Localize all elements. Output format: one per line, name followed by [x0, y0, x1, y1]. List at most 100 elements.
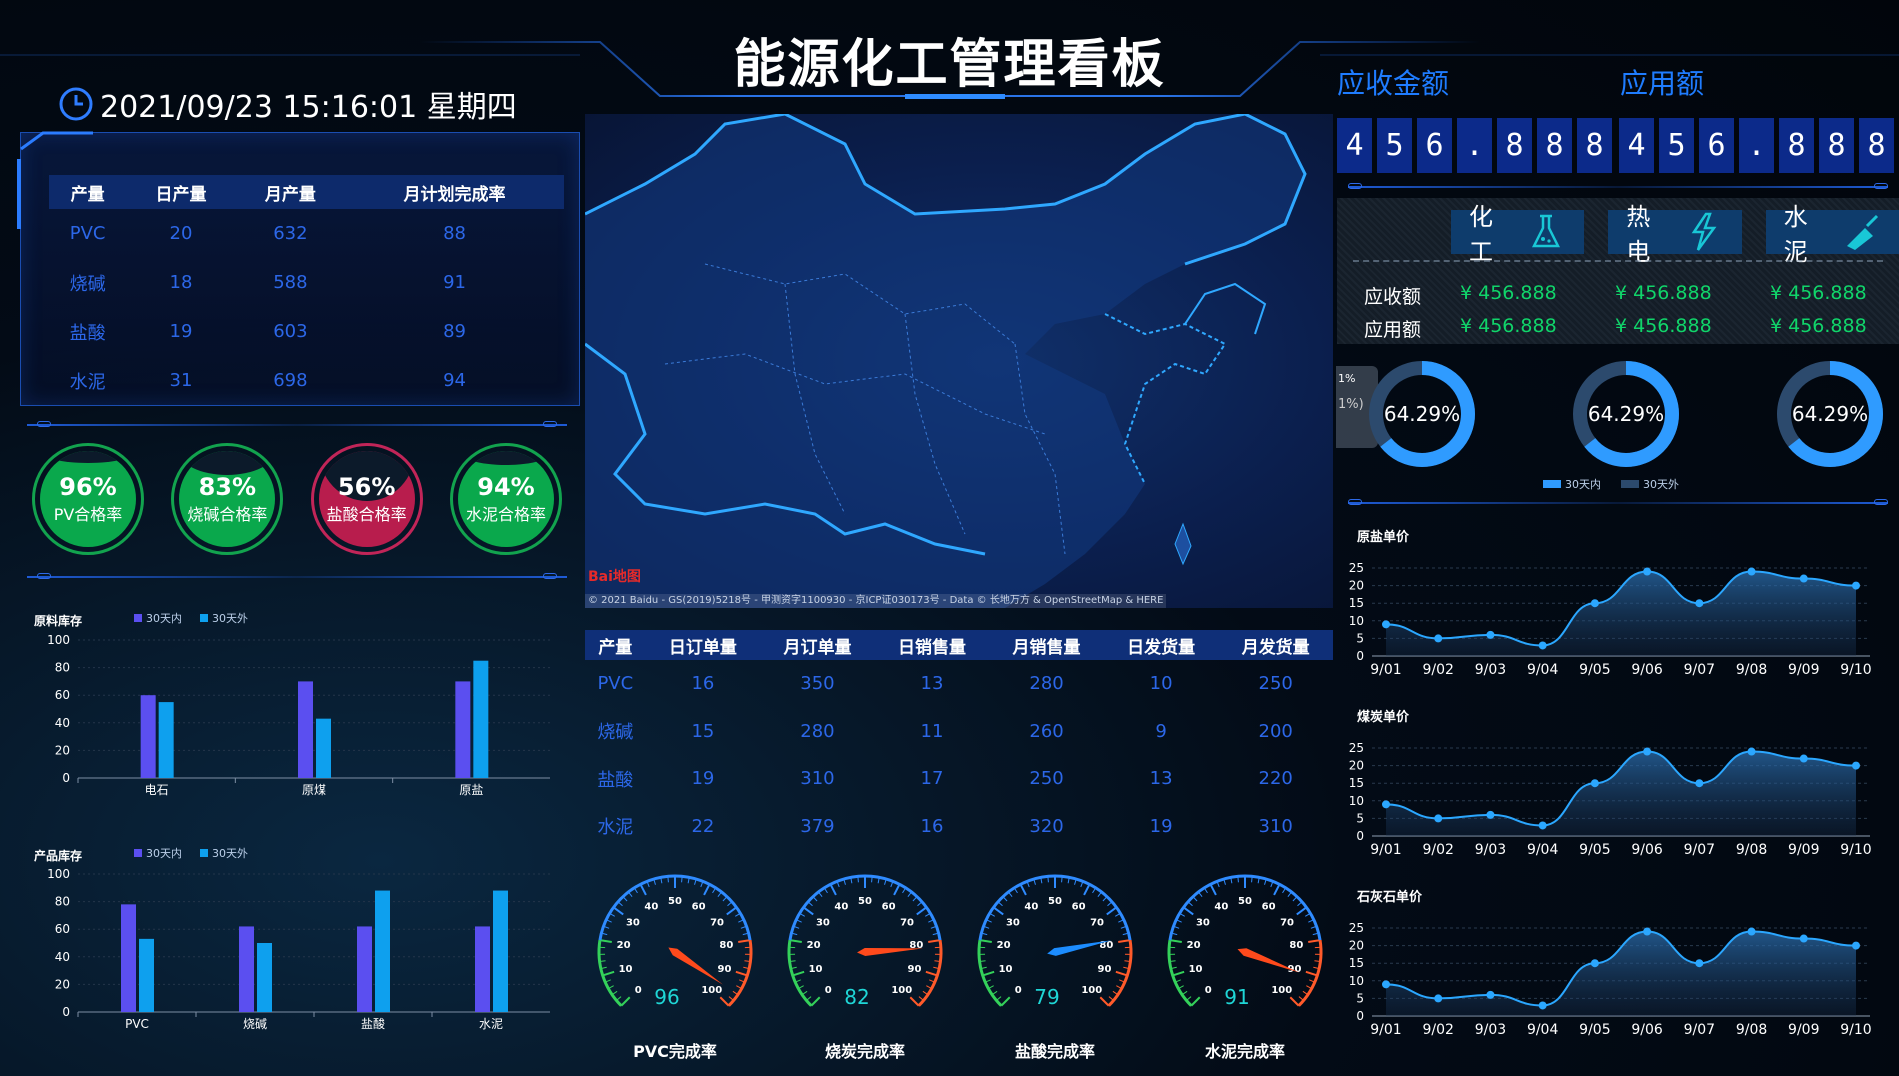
- power-usage: ¥ 456.888: [1615, 315, 1712, 337]
- table-cell: 250: [1029, 768, 1064, 790]
- bar-out: [257, 943, 272, 1012]
- gauge-needle: [1237, 948, 1300, 973]
- baidu-map-logo: Bai地图: [588, 569, 641, 585]
- data-point: [1695, 599, 1704, 608]
- gauge-tick: [1083, 883, 1091, 896]
- gauge-tick-label: 100: [1271, 985, 1292, 996]
- table-cell: 9: [1155, 720, 1167, 742]
- y-tick-label: 60: [55, 922, 70, 936]
- table-cell: 10: [1149, 673, 1173, 695]
- gauge-tick: [1273, 883, 1281, 896]
- gauge-tick-label: 70: [1280, 917, 1294, 928]
- gauge-tick-label: 40: [1024, 902, 1038, 913]
- category-tab[interactable]: 水泥: [1765, 203, 1899, 266]
- gauge-tick: [1289, 996, 1300, 1007]
- gauge-tick: [1106, 906, 1118, 916]
- table-row: 水泥 31 698 94: [49, 356, 564, 405]
- table-cell: 280: [800, 720, 835, 742]
- y-tick-label: 5: [1356, 991, 1364, 1005]
- x-tick-label: 9/06: [1631, 662, 1663, 678]
- donut-percent: 64.29%: [1791, 402, 1869, 426]
- gauge-tick-label: 0: [1015, 985, 1022, 996]
- data-point: [1434, 994, 1443, 1003]
- gauge-tick-label: 90: [1097, 964, 1111, 975]
- gauge-value: 91: [1224, 985, 1249, 1009]
- table-cell: 19: [1149, 815, 1173, 837]
- digit-box: 5: [1659, 118, 1694, 173]
- table-row: 烧碱 18 588 91: [49, 258, 564, 307]
- product-stock-bar-chart: 100 80 60 40 20 0 PVC 烧碱 盐酸 水泥: [47, 867, 550, 1031]
- gauge-tick-label: 10: [1189, 964, 1203, 975]
- y-tick-label: 60: [55, 688, 70, 702]
- y-tick-label: 80: [55, 661, 70, 675]
- y-tick-label: 20: [1349, 579, 1364, 593]
- sales_table-header-cell: 产量: [585, 630, 646, 660]
- gauge-tick-label: 20: [807, 940, 821, 951]
- limestone-price-title: 石灰石单价: [1357, 890, 1423, 905]
- gauge-tick: [893, 883, 901, 896]
- gauge-tick: [612, 906, 624, 916]
- y-tick-label: 25: [1349, 921, 1364, 935]
- gauge-tick-label: 50: [1238, 896, 1252, 907]
- receivable-amount-label: 应收金额: [1337, 67, 1450, 100]
- gauge-tick-label: 10: [619, 964, 633, 975]
- x-tick-label: 烧碱: [243, 1017, 267, 1031]
- lightning-icon: [1684, 212, 1724, 252]
- category-label: 水泥: [1783, 203, 1808, 266]
- y-tick-label: 20: [55, 743, 70, 757]
- table-cell: PVC: [597, 673, 634, 695]
- gauge-tick: [620, 996, 631, 1007]
- production_table-header-cell: 月计划完成率: [345, 175, 564, 209]
- data-point: [1538, 821, 1547, 830]
- data-point: [1643, 567, 1652, 576]
- china-map[interactable]: [585, 114, 1333, 608]
- data-point: [1538, 641, 1547, 650]
- x-tick-label: 9/09: [1788, 1022, 1819, 1038]
- salt-price-title: 原盐单价: [1357, 530, 1410, 545]
- x-tick-label: 电石: [145, 783, 169, 797]
- y-tick-label: 25: [1349, 741, 1364, 755]
- x-tick-label: 9/01: [1370, 1022, 1401, 1038]
- chem-usage: ¥ 456.888: [1460, 315, 1557, 337]
- gauge: 0 10 20 30 40 50 60 70 80 90 100 82 烧炭完成率: [775, 862, 955, 1072]
- pass-rate-group: 96% PV合格率 83% 烧碱合格率 56% 盐酸合格率 94% 水泥合格率: [32, 443, 562, 557]
- digit-box: 8: [1497, 118, 1532, 173]
- category-tab[interactable]: 化工: [1451, 203, 1585, 266]
- y-tick-label: 10: [1349, 974, 1364, 988]
- y-tick-label: 15: [1349, 956, 1364, 970]
- gauge-tick-label: 30: [1196, 917, 1210, 928]
- pass-rate-value: 94%: [477, 473, 535, 501]
- bar-out: [139, 938, 154, 1012]
- table-cell: 19: [169, 321, 193, 342]
- digit-box: 8: [1537, 118, 1572, 173]
- donut-percent: 64.29%: [1383, 402, 1461, 426]
- data-point: [1382, 800, 1390, 809]
- gauge-tick: [735, 970, 748, 977]
- category-tab[interactable]: 热电: [1608, 203, 1742, 266]
- datetime-text: 2021/09/23 15:16:01 星期四: [100, 90, 517, 125]
- data-point: [1747, 567, 1756, 576]
- y-tick-label: 0: [62, 771, 70, 785]
- gauge-tick-label: 70: [900, 917, 914, 928]
- chem-receivable: ¥ 456.888: [1460, 282, 1557, 304]
- table-cell: 220: [1258, 768, 1293, 790]
- donut-legend: 30天内 30天外: [1543, 476, 1679, 492]
- gauge-tick: [916, 906, 928, 916]
- gauge-tick: [1115, 970, 1128, 977]
- area-fill: [1386, 751, 1856, 836]
- gauge-label: 盐酸完成率: [1014, 1042, 1095, 1061]
- power-receivable: ¥ 456.888: [1615, 282, 1712, 304]
- raw-stock-chart-title: 原料库存: [34, 614, 83, 628]
- data-point: [1852, 941, 1860, 950]
- cement-receivable: ¥ 456.888: [1770, 282, 1867, 304]
- gauge-tick: [810, 996, 821, 1007]
- table-cell: 盐酸: [69, 322, 106, 344]
- sales_table-header-cell: 日发货量: [1103, 630, 1219, 660]
- usage-digit-display: 456.888: [1619, 118, 1894, 173]
- y-tick-label: 15: [1349, 776, 1364, 790]
- production-table-panel: 产量 日产量 月产量 月计划完成率 PVC 20 632 88 烧碱 18 588 91 盐酸 19 60…: [17, 131, 580, 406]
- donut-chart: 64.29%: [1774, 358, 1886, 470]
- y-tick-label: 100: [47, 867, 70, 881]
- x-tick-label: 9/09: [1788, 662, 1819, 678]
- table-cell: 632: [273, 223, 308, 244]
